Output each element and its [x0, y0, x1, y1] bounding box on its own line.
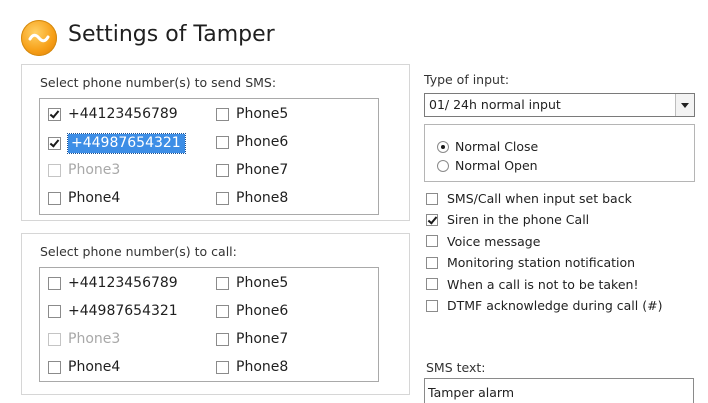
call-section-item-label: Phone7	[236, 331, 289, 347]
page-title: Settings of Tamper	[68, 22, 275, 47]
option-label: Siren in the phone Call	[447, 212, 590, 228]
checkbox[interactable]	[48, 137, 61, 150]
option-label: Monitoring station notification	[447, 255, 636, 271]
call-section-item-label: Phone6	[236, 303, 289, 319]
call-section-item-label: +44123456789	[68, 275, 178, 291]
option-checkbox-item[interactable]: Voice message	[426, 234, 540, 249]
sms-section-item[interactable]: +44987654321	[48, 133, 186, 154]
call-group-label: Select phone number(s) to call:	[40, 244, 237, 259]
call-section-item[interactable]: Phone8	[216, 359, 288, 375]
option-checkbox-item[interactable]: SMS/Call when input set back	[426, 191, 632, 206]
sms-phone-list: +44123456789 Phone5 +44987654321 Phone6 Phon…	[39, 98, 379, 215]
checkbox[interactable]	[48, 276, 61, 290]
contact-mode-group: Normal Close Normal Open	[424, 124, 695, 182]
option-label: When a call is not to be taken!	[447, 276, 639, 292]
sms-text-field[interactable]: Tamper alarm	[424, 378, 694, 403]
checkbox[interactable]	[48, 191, 61, 205]
sms-section-item: Phone3	[48, 162, 120, 178]
checkbox[interactable]	[216, 276, 229, 290]
input-type-select[interactable]: 01/ 24h normal input	[424, 93, 695, 117]
checkbox[interactable]	[426, 235, 438, 248]
checkbox[interactable]	[216, 135, 229, 149]
option-label: Voice message	[447, 233, 541, 249]
input-type-value: 01/ 24h normal input	[429, 97, 561, 112]
checkbox[interactable]	[426, 278, 438, 291]
call-section-item-label: Phone4	[68, 359, 121, 375]
sms-section-item-label: +44123456789	[68, 106, 178, 122]
call-section-item[interactable]: Phone7	[216, 331, 288, 347]
sms-section-item-label: Phone7	[236, 162, 289, 178]
sms-section-item[interactable]: Phone6	[216, 134, 288, 150]
sms-text-value: Tamper alarm	[428, 385, 515, 400]
option-checkbox-item[interactable]: Monitoring station notification	[426, 255, 635, 270]
chevron-down-icon[interactable]	[675, 94, 694, 116]
checkbox[interactable]	[426, 192, 438, 205]
sms-section-item[interactable]: Phone5	[216, 106, 288, 122]
call-section-item[interactable]: +44123456789	[48, 275, 178, 291]
sms-section-item[interactable]: Phone8	[216, 190, 288, 206]
option-label: DTMF acknowledge during call (#)	[447, 298, 663, 313]
call-section-item: Phone3	[48, 331, 120, 347]
checkbox[interactable]	[48, 107, 61, 121]
call-section-item-label: Phone5	[236, 275, 289, 291]
checkbox[interactable]	[216, 332, 229, 346]
sms-text-label: SMS text:	[426, 360, 486, 375]
checkbox[interactable]	[216, 191, 229, 205]
checkbox[interactable]	[426, 213, 438, 226]
sms-section-item-label: Phone8	[236, 190, 289, 206]
sms-section-item-label: Phone3	[68, 162, 121, 178]
option-checkbox-item[interactable]: When a call is not to be taken!	[426, 277, 638, 292]
sms-section-item[interactable]: Phone4	[48, 190, 120, 206]
input-type-label: Type of input:	[424, 72, 510, 87]
sms-section-item-label: Phone6	[236, 134, 289, 150]
checkbox[interactable]	[426, 256, 438, 269]
call-section-item[interactable]: Phone5	[216, 275, 288, 291]
call-section-item-label: Phone3	[68, 331, 121, 347]
checkbox[interactable]	[426, 299, 438, 312]
sms-section-item-label: +44987654321	[67, 133, 186, 154]
sms-section-item-label: Phone5	[236, 106, 289, 122]
call-section-item[interactable]: Phone6	[216, 303, 288, 319]
checkbox[interactable]	[48, 304, 61, 318]
radio-normal-close[interactable]: Normal Close	[437, 139, 538, 154]
option-checkbox-item[interactable]: Siren in the phone Call	[426, 212, 589, 227]
sms-group-label: Select phone number(s) to send SMS:	[40, 75, 277, 90]
call-section-item-label: Phone8	[236, 359, 289, 375]
checkbox[interactable]	[216, 163, 229, 177]
sms-section-item[interactable]: +44123456789	[48, 106, 178, 122]
radio-button[interactable]	[437, 159, 449, 172]
call-phone-list: +44123456789 Phone5 +44987654321 Phone6 Phon…	[39, 267, 379, 382]
option-label: SMS/Call when input set back	[447, 191, 632, 206]
radio-label: Normal Close	[455, 139, 539, 154]
call-section-item[interactable]: Phone4	[48, 359, 120, 375]
option-checkbox-item[interactable]: DTMF acknowledge during call (#)	[426, 298, 662, 313]
radio-button[interactable]	[437, 140, 449, 153]
call-section-item-label: +44987654321	[68, 303, 178, 319]
sms-section-item[interactable]: Phone7	[216, 162, 288, 178]
call-section-item[interactable]: +44987654321	[48, 303, 178, 319]
radio-label: Normal Open	[455, 158, 538, 173]
checkbox	[48, 332, 61, 346]
sync-logo-icon	[21, 20, 57, 56]
checkbox[interactable]	[48, 360, 61, 374]
sms-section-item-label: Phone4	[68, 190, 121, 206]
checkbox[interactable]	[216, 304, 229, 318]
checkbox[interactable]	[216, 360, 229, 374]
radio-normal-open[interactable]: Normal Open	[437, 158, 538, 173]
checkbox	[48, 163, 61, 177]
checkbox[interactable]	[216, 107, 229, 121]
